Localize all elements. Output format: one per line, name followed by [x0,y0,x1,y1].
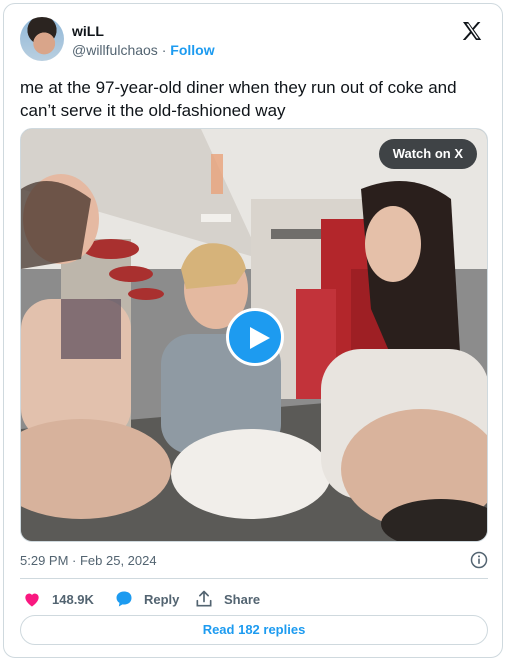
share-button[interactable]: Share [194,587,260,611]
share-icon [196,590,212,607]
info-icon[interactable] [470,551,488,569]
tweet-header: wiLL @willfulchaos · Follow [20,17,488,65]
share-label: Share [224,591,261,607]
like-count: 148.9K [52,591,94,607]
play-button[interactable] [226,308,284,366]
heart-icon [25,593,39,607]
avatar[interactable] [20,17,64,61]
video-player[interactable]: Watch on X [20,128,488,542]
play-icon [250,327,270,349]
tweet-card: wiLL @willfulchaos · Follow me at the 97… [3,3,503,658]
watch-on-x-button[interactable]: Watch on X [378,139,477,169]
author-handle-row: @willfulchaos · Follow [72,42,215,58]
follow-button[interactable]: Follow [170,42,214,58]
reply-label: Reply [144,591,180,607]
x-logo-icon[interactable] [460,19,484,43]
tweet-text: me at the 97-year-old diner when they ru… [20,78,457,120]
like-button[interactable]: 148.9K [22,587,94,611]
author-handle[interactable]: @willfulchaos [72,42,158,58]
divider [20,578,488,579]
author-name[interactable]: wiLL [72,23,104,39]
reply-button[interactable]: Reply [114,587,179,611]
read-replies-button[interactable]: Read 182 replies [20,615,488,645]
separator: · [161,42,167,58]
timestamp[interactable]: 5:29 PM · Feb 25, 2024 [20,553,157,568]
action-bar: 148.9K Reply Share [20,587,488,611]
tweet-meta: 5:29 PM · Feb 25, 2024 [20,551,488,571]
reply-bubble-icon [116,591,132,607]
